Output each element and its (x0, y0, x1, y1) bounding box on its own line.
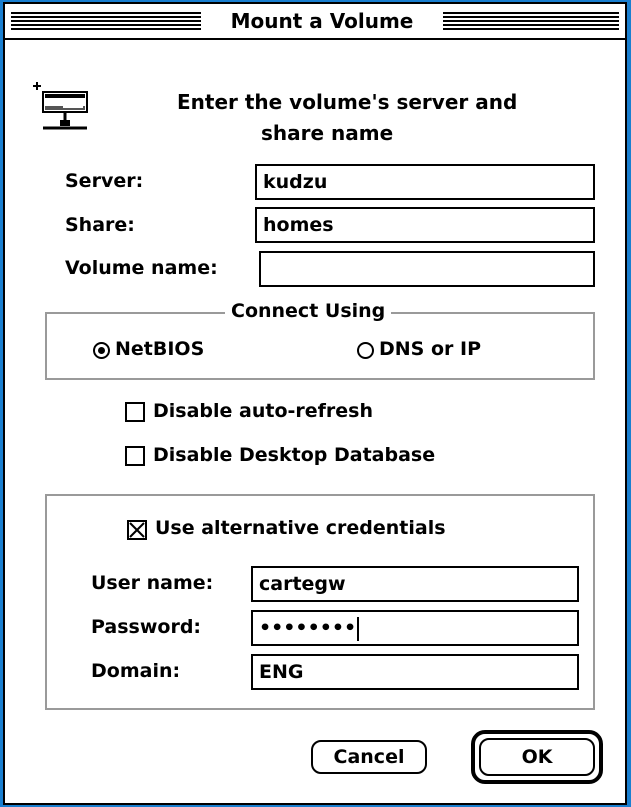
user-name-field[interactable]: cartegw (251, 566, 579, 602)
network-server-icon (33, 80, 93, 142)
prompt-line-1: Enter the volume's server and (177, 90, 518, 114)
title-bar-stripes-left (11, 10, 201, 30)
use-alt-credentials-checkbox[interactable] (127, 520, 147, 540)
share-label: Share: (65, 214, 135, 236)
radio-selected-dot (98, 347, 105, 354)
connect-using-label: Connect Using (225, 300, 392, 322)
server-field[interactable]: kudzu (255, 164, 595, 200)
use-alt-credentials-label[interactable]: Use alternative credentials (155, 517, 446, 539)
title-bar-stripes-right (443, 10, 619, 30)
password-label: Password: (91, 616, 202, 638)
mount-volume-dialog: Mount a Volume Enter the volume's server… (3, 2, 627, 805)
ok-button[interactable]: OK (479, 738, 595, 776)
disable-desktop-db-checkbox[interactable] (125, 446, 145, 466)
password-mask: •••••••• (259, 617, 357, 639)
disable-auto-refresh-label[interactable]: Disable auto-refresh (153, 400, 373, 422)
server-label: Server: (65, 170, 144, 192)
user-name-label: User name: (91, 572, 214, 594)
disable-desktop-db-label[interactable]: Disable Desktop Database (153, 444, 435, 466)
volume-name-field[interactable] (259, 251, 595, 287)
disable-auto-refresh-checkbox[interactable] (125, 402, 145, 422)
volume-name-label: Volume name: (65, 257, 218, 279)
dns-ip-label[interactable]: DNS or IP (379, 338, 481, 360)
cancel-button[interactable]: Cancel (311, 740, 427, 774)
password-field[interactable]: •••••••• (251, 610, 579, 646)
domain-field[interactable]: ENG (251, 654, 579, 690)
dns-ip-radio[interactable] (357, 342, 374, 359)
window-title: Mount a Volume (201, 6, 443, 36)
prompt-line-2: share name (261, 121, 394, 145)
netbios-label[interactable]: NetBIOS (115, 338, 204, 360)
netbios-radio[interactable] (93, 342, 110, 359)
domain-label: Domain: (91, 660, 181, 682)
share-field[interactable]: homes (255, 207, 595, 243)
checkbox-x-mark-icon (129, 522, 145, 538)
text-caret (357, 616, 360, 641)
title-bar[interactable]: Mount a Volume (5, 4, 625, 40)
